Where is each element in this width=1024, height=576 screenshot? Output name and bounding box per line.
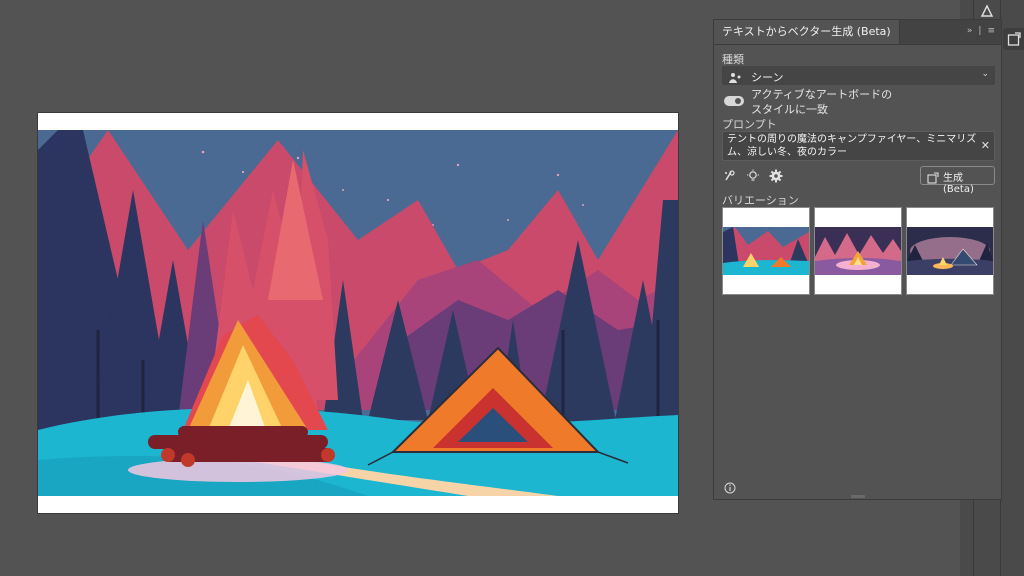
text-to-vector-panel: テキストからベクター生成 (Beta) » | ≡ 種類 シーン ⌄ アクティブ… [713,19,1002,500]
panel-header-controls: » | ≡ [967,26,995,36]
sample-prompt-icon[interactable] [722,168,738,184]
panel-tab-title[interactable]: テキストからベクター生成 (Beta) [714,20,900,44]
panel-divider: | [978,26,982,36]
variation-thumbnail[interactable] [722,207,810,295]
lightbulb-icon[interactable] [745,168,761,184]
toggle-knob [735,98,741,104]
variations-label: バリエーション [722,194,799,207]
panel-header: テキストからベクター生成 (Beta) » | ≡ [714,20,1001,45]
panel-resize-grip[interactable] [851,495,865,498]
variation-thumbnail[interactable] [906,207,994,295]
prompt-text[interactable]: テントの周りの魔法のキャンプファイヤー、ミニマリズム、涼しい冬、夜のカラー [727,133,979,159]
generate-button-label: 生成 (Beta) [943,173,974,195]
close-icon[interactable]: ✕ [981,139,990,152]
type-dropdown-value: シーン [751,71,784,84]
hamburger-icon[interactable]: ≡ [987,26,995,36]
match-style-toggle[interactable] [724,96,744,106]
generate-icon [927,169,939,188]
type-label: 種類 [722,53,744,66]
variation-thumbnail[interactable] [814,207,902,295]
prompt-label: プロンプト [722,118,777,131]
match-style-label: アクティブなアートボードのスタイルに一致 [751,88,893,116]
type-dropdown[interactable]: シーン ⌄ [722,66,995,85]
artboard[interactable] [38,113,678,513]
gear-icon[interactable] [768,168,784,184]
generated-scene-artwork[interactable] [38,130,678,496]
info-icon[interactable] [724,479,736,498]
chevron-down-icon: ⌄ [981,69,989,79]
text-to-vector-dock-icon[interactable] [1003,28,1024,50]
double-chevron-icon[interactable]: » [967,26,973,36]
generate-button[interactable]: 生成 (Beta) [920,166,995,195]
prompt-input[interactable]: テントの周りの魔法のキャンプファイヤー、ミニマリズム、涼しい冬、夜のカラー ✕ [722,131,995,161]
scene-icon [728,69,742,88]
